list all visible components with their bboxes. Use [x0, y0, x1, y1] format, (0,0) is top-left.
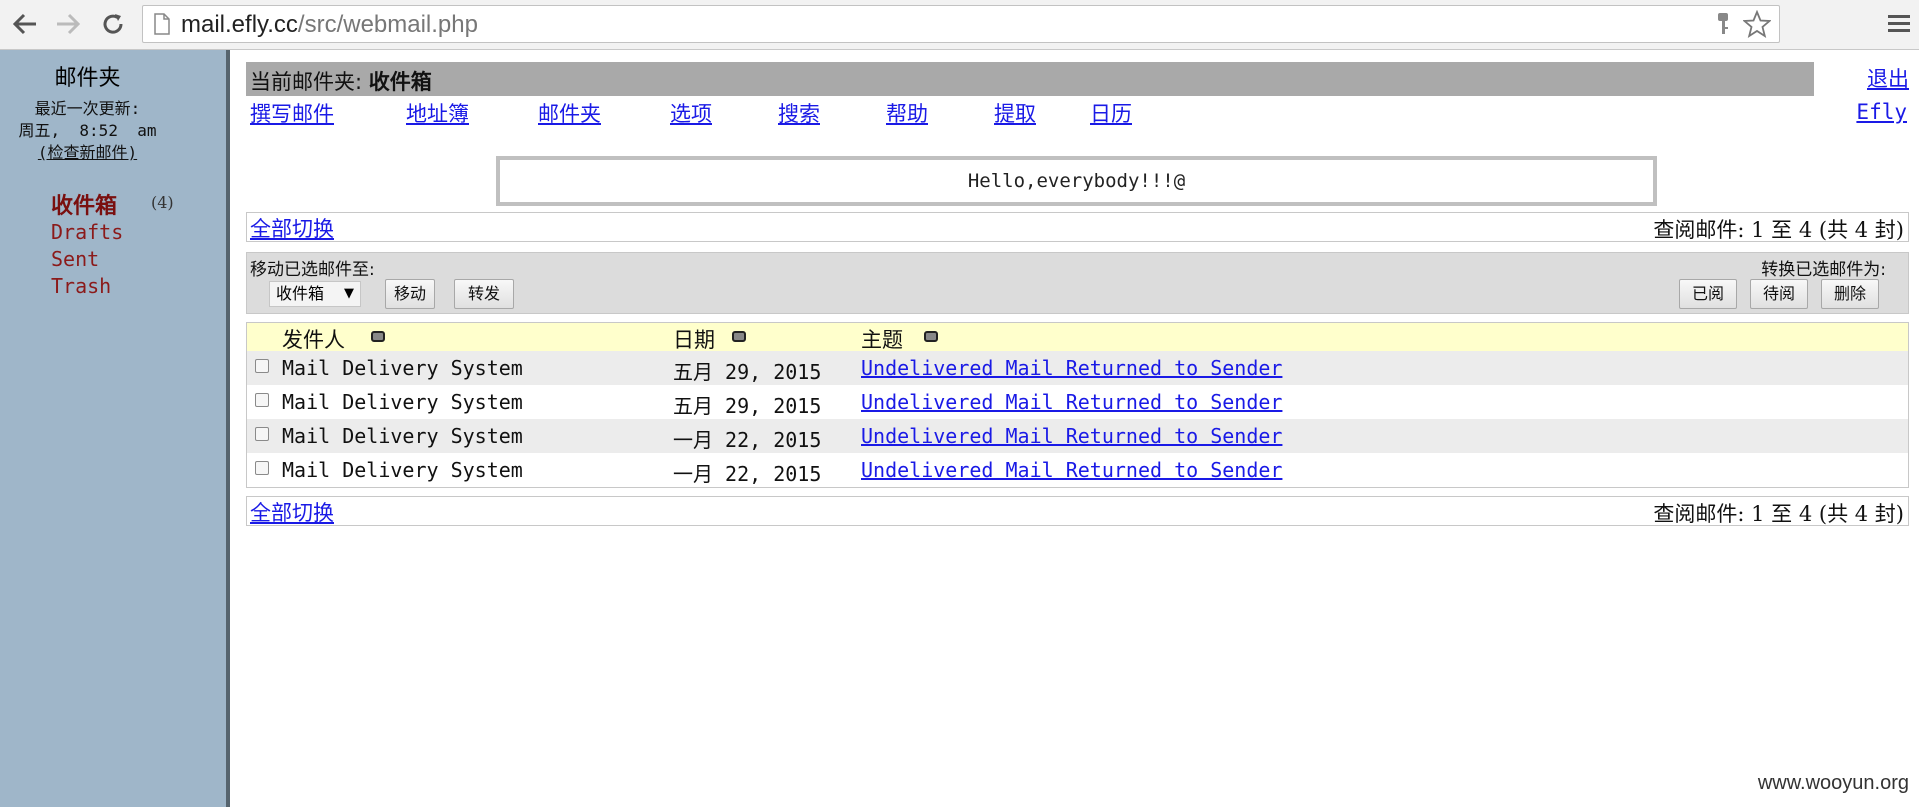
browser-toolbar: mail.efly.cc/src/webmail.php [0, 0, 1919, 50]
current-folder-heading: 当前邮件夹: 收件箱 [250, 66, 432, 96]
list-header: 发件人 日期 主题 [247, 323, 1908, 352]
menu-addressbook[interactable]: 地址簿 [406, 98, 469, 128]
select-checkbox[interactable] [255, 359, 269, 373]
mark-read-button[interactable]: 已阅 [1679, 279, 1737, 309]
row-date: 一月 22, 2015 [673, 462, 822, 486]
top-toggle-bar: 全部切换 查阅邮件: 1 至 4 (共 4 封) [246, 212, 1909, 242]
mark-unread-button[interactable]: 待阅 [1750, 279, 1808, 309]
mark-label: 转换已选邮件为: [1761, 260, 1886, 280]
menu-search[interactable]: 搜索 [778, 98, 820, 128]
select-checkbox[interactable] [255, 393, 269, 407]
folder-sent[interactable]: Sent [51, 247, 99, 271]
menu-fetch[interactable]: 提取 [994, 98, 1036, 128]
row-from: Mail Delivery System [282, 424, 523, 448]
toggle-all-link[interactable]: 全部切换 [250, 213, 334, 243]
current-folder-bar: 当前邮件夹: 收件箱 退出 [246, 62, 1909, 96]
key-icon[interactable] [1715, 12, 1731, 40]
forward-icon[interactable] [53, 9, 83, 39]
select-checkbox[interactable] [255, 427, 269, 441]
page-icon [153, 13, 171, 39]
table-row[interactable]: Mail Delivery System 一月 22, 2015 Undeliv… [247, 419, 1908, 453]
message-of-the-day: Hello,everybody!!!@ [496, 156, 1657, 206]
current-folder-label: 当前邮件夹: [250, 70, 363, 94]
move-button[interactable]: 移动 [385, 279, 435, 309]
folder-sidebar: 邮件夹 最近一次更新: 周五, 8:52 am (检查新邮件) 收件箱 (4) … [0, 50, 230, 807]
table-row[interactable]: Mail Delivery System 五月 29, 2015 Undeliv… [247, 385, 1908, 419]
row-date: 五月 29, 2015 [673, 360, 822, 384]
logout-cell: 退出 [1814, 62, 1909, 96]
sort-from-icon[interactable] [371, 331, 385, 342]
menu-folders[interactable]: 邮件夹 [538, 98, 601, 128]
message-actions: 移动已选邮件至: 收件箱 ▼ 移动 转发 转换已选邮件为: 已阅 待阅 删除 [246, 252, 1909, 314]
last-update-label: 最近一次更新: [34, 99, 141, 118]
folder-trash[interactable]: Trash [51, 274, 111, 298]
col-date: 日期 [673, 328, 715, 352]
row-subject-link[interactable]: Undelivered Mail Returned to Sender [861, 356, 1282, 380]
bookmark-star-icon[interactable] [1742, 9, 1772, 42]
current-folder-name: 收件箱 [368, 70, 432, 94]
folder-inbox[interactable]: 收件箱 [51, 188, 117, 220]
message-range: 查阅邮件: 1 至 4 (共 4 封) [1653, 218, 1904, 242]
menu-calendar[interactable]: 日历 [1090, 98, 1132, 128]
bottom-toggle-bar: 全部切换 查阅邮件: 1 至 4 (共 4 封) [246, 496, 1909, 526]
select-checkbox[interactable] [255, 461, 269, 475]
move-label: 移动已选邮件至: [250, 260, 375, 280]
user-link[interactable]: Efly [1856, 100, 1907, 124]
row-subject-link[interactable]: Undelivered Mail Returned to Sender [861, 390, 1282, 414]
folder-drafts[interactable]: Drafts [51, 220, 123, 244]
col-from: 发件人 [282, 328, 345, 352]
toggle-all-link[interactable]: 全部切换 [250, 497, 334, 527]
table-row[interactable]: Mail Delivery System 一月 22, 2015 Undeliv… [247, 453, 1908, 487]
menu-compose[interactable]: 撰写邮件 [250, 98, 334, 128]
message-range: 查阅邮件: 1 至 4 (共 4 封) [1653, 502, 1904, 526]
row-from: Mail Delivery System [282, 458, 523, 482]
menu-help[interactable]: 帮助 [886, 98, 928, 128]
logout-link[interactable]: 退出 [1867, 67, 1909, 91]
reload-icon[interactable] [98, 9, 128, 39]
menu-options[interactable]: 选项 [670, 98, 712, 128]
back-icon[interactable] [10, 9, 40, 39]
move-folder-select[interactable]: 收件箱 ▼ [269, 281, 361, 307]
address-bar[interactable]: mail.efly.cc/src/webmail.php [142, 5, 1780, 43]
sort-subject-icon[interactable] [924, 331, 938, 342]
watermark: www.wooyun.org [1757, 772, 1909, 794]
sort-date-icon[interactable] [732, 331, 746, 342]
dropdown-arrow-icon: ▼ [344, 286, 354, 301]
move-folder-value: 收件箱 [276, 284, 325, 303]
row-date: 五月 29, 2015 [673, 394, 822, 418]
sidebar-title: 邮件夹 [54, 66, 121, 91]
inbox-count: (4) [151, 193, 174, 212]
row-from: Mail Delivery System [282, 390, 523, 414]
check-mail-text[interactable]: (检查新邮件) [38, 143, 137, 162]
last-update-time: 周五, 8:52 am [18, 121, 157, 140]
message-list: 发件人 日期 主题 Mail Delivery System 五月 29, 20… [246, 322, 1909, 488]
forward-button[interactable]: 转发 [454, 279, 514, 309]
col-subject: 主题 [861, 328, 903, 352]
row-from: Mail Delivery System [282, 356, 523, 380]
table-row[interactable]: Mail Delivery System 五月 29, 2015 Undeliv… [247, 351, 1908, 385]
check-mail-link[interactable]: (检查新邮件) [0, 139, 175, 163]
delete-button[interactable]: 删除 [1821, 279, 1879, 309]
row-subject-link[interactable]: Undelivered Mail Returned to Sender [861, 424, 1282, 448]
url-text: mail.efly.cc/src/webmail.php [181, 11, 478, 38]
row-subject-link[interactable]: Undelivered Mail Returned to Sender [861, 458, 1282, 482]
row-date: 一月 22, 2015 [673, 428, 822, 452]
menu-icon[interactable] [1884, 9, 1914, 39]
